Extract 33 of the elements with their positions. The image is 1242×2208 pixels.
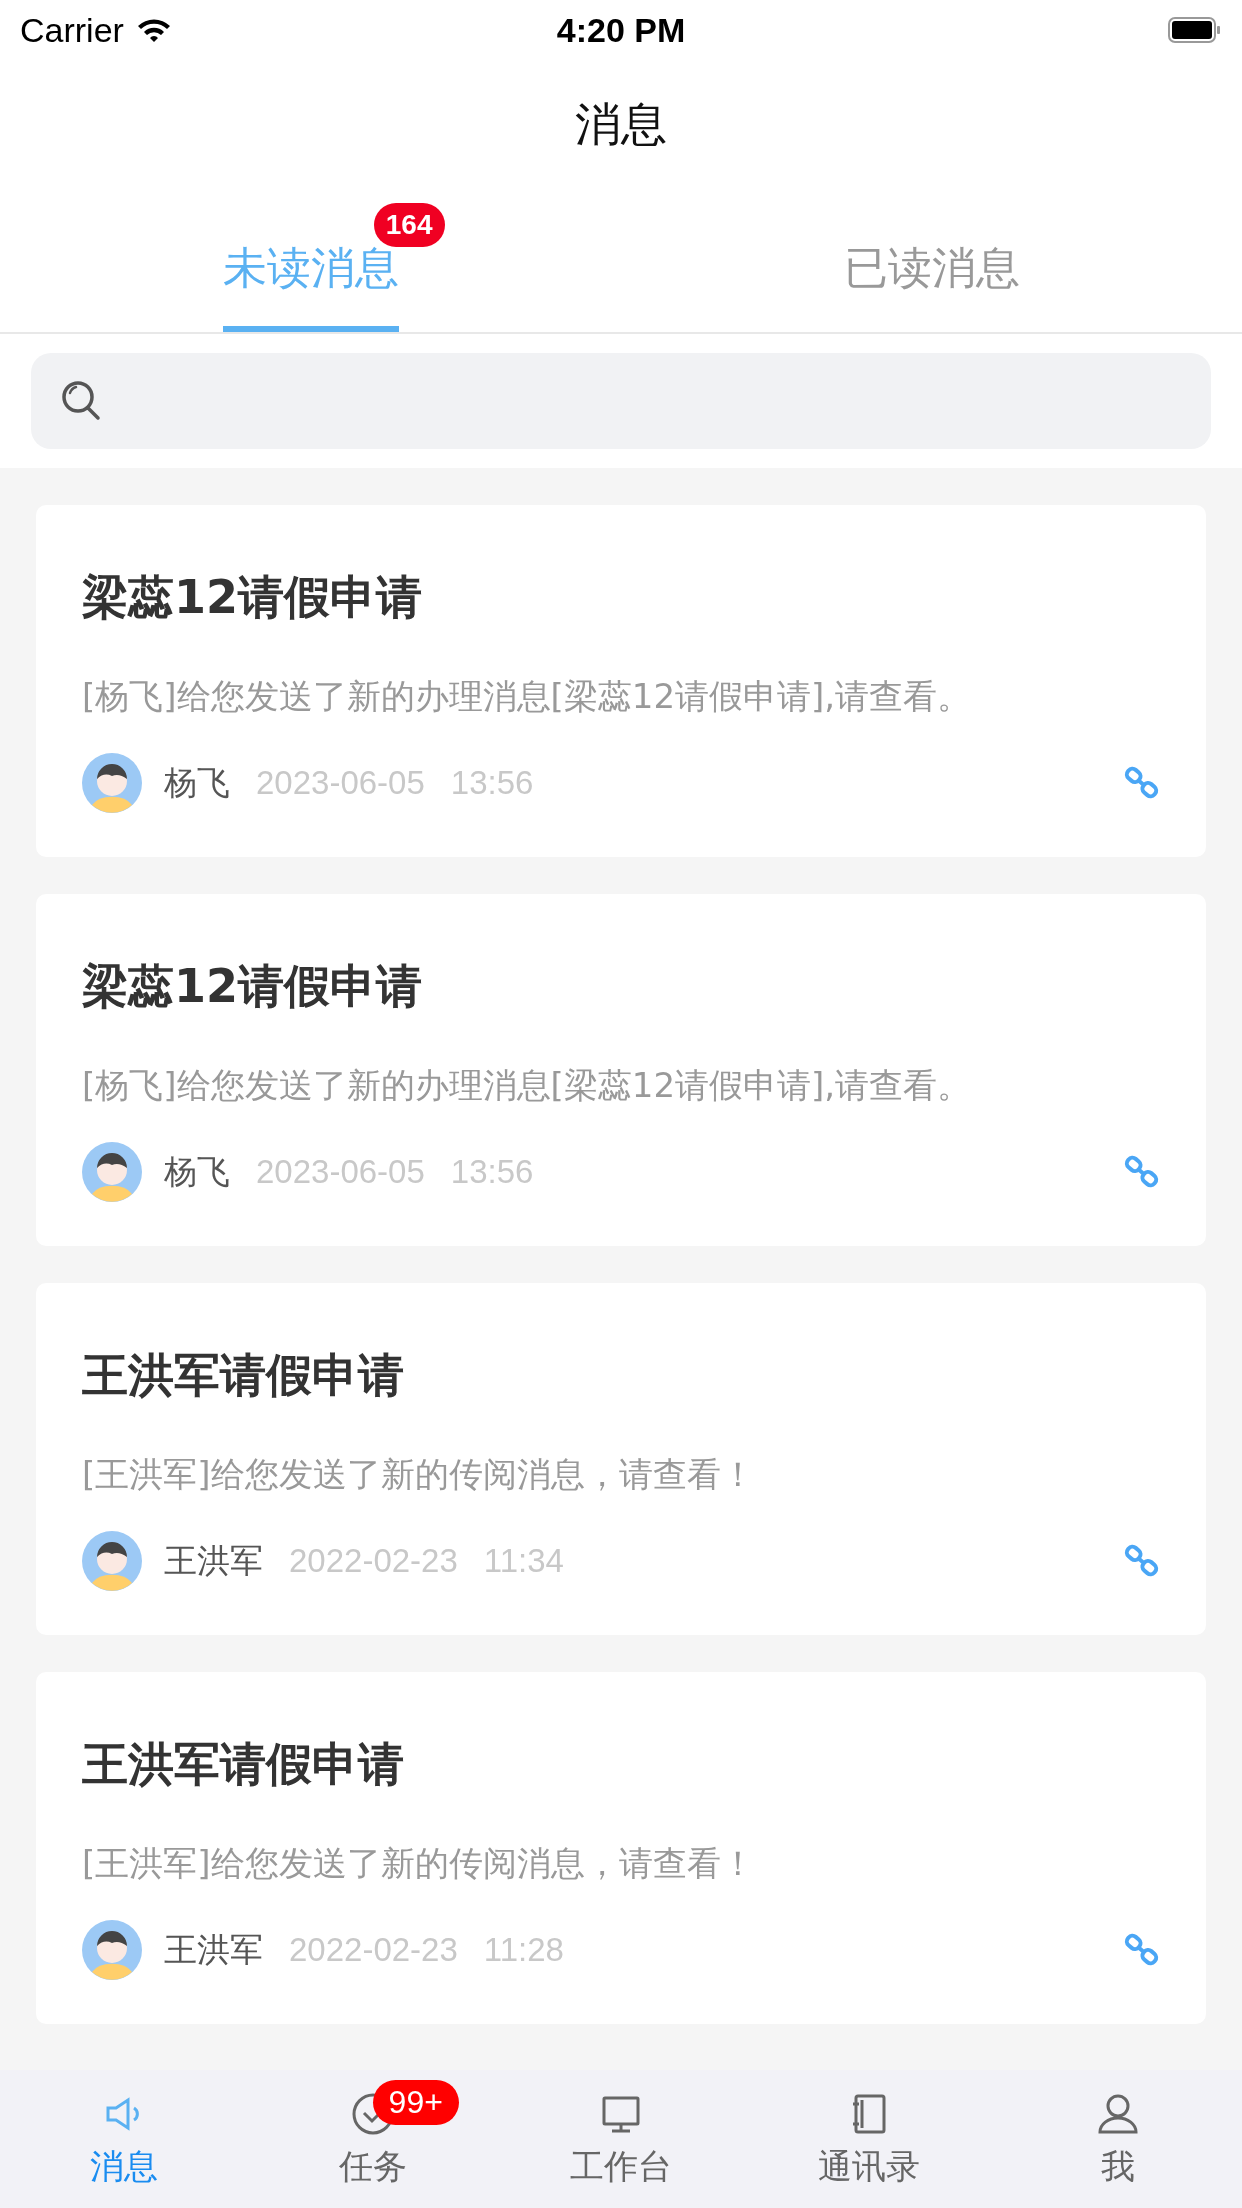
page-title: 消息 [575,96,667,153]
tab-bar-item[interactable]: 工作台 [496,2070,746,2208]
message-summary: [杨飞]给您发送了新的办理消息[梁蕊12请假申请],请查看。 [82,675,973,718]
message-title: 王洪军请假申请 [82,1347,405,1404]
link-icon [1124,1154,1160,1190]
battery-icon [1168,17,1222,43]
avatar-icon [82,1920,142,1980]
tab-bar-item[interactable]: 消息 [0,2070,249,2208]
search-field[interactable] [31,353,1211,449]
sender-name: 杨飞 [164,761,230,804]
link-icon [1124,1543,1160,1579]
message-summary: [王洪军]给您发送了新的传阅消息，请查看！ [82,1842,756,1885]
unread-badge: 164 [373,203,445,247]
message-title: 梁蕊12请假申请 [82,958,423,1015]
link-icon [1124,1932,1160,1968]
avatar-icon [82,1142,142,1202]
tab-bar-item[interactable]: 我 [993,2070,1242,2208]
sender-name: 王洪军 [164,1928,263,1971]
tab-bar-item[interactable]: 任务 99+ [248,2070,497,2208]
avatar-icon [82,753,142,813]
message-title: 梁蕊12请假申请 [82,569,423,626]
carrier-label: Carrier [20,10,124,50]
message-title: 王洪军请假申请 [82,1736,405,1793]
message-summary: [王洪军]给您发送了新的传阅消息，请查看！ [82,1453,756,1496]
sender-name: 王洪军 [164,1539,263,1582]
sender-name: 杨飞 [164,1150,230,1193]
tab-bar-item[interactable]: 通讯录 [745,2070,994,2208]
link-icon [1124,765,1160,801]
status-time: 4:20 PM [556,10,686,50]
count-badge: 99+ [372,2080,459,2125]
message-summary: [杨飞]给您发送了新的办理消息[梁蕊12请假申请],请查看。 [82,1064,973,1107]
tab[interactable]: 已读消息 [843,239,1020,332]
avatar-icon [82,1531,142,1591]
